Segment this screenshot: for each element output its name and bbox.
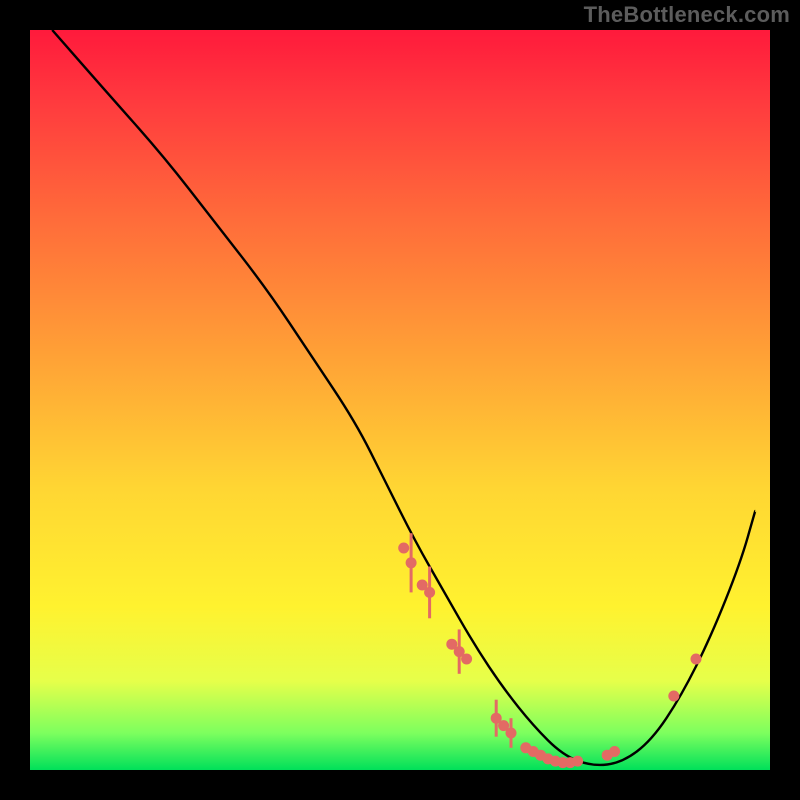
data-point-marker <box>668 691 679 702</box>
data-point-marker <box>406 557 417 568</box>
bottleneck-curve <box>52 30 755 765</box>
plot-outer <box>30 30 770 770</box>
data-point-marker <box>506 728 517 739</box>
data-point-marker <box>572 756 583 767</box>
data-point-marker <box>461 654 472 665</box>
data-point-marker <box>398 543 409 554</box>
data-point-marker <box>609 746 620 757</box>
data-point-marker <box>424 587 435 598</box>
data-point-marker <box>691 654 702 665</box>
chart-svg <box>30 30 770 770</box>
watermark-text: TheBottleneck.com <box>584 2 790 28</box>
chart-frame: TheBottleneck.com <box>0 0 800 800</box>
